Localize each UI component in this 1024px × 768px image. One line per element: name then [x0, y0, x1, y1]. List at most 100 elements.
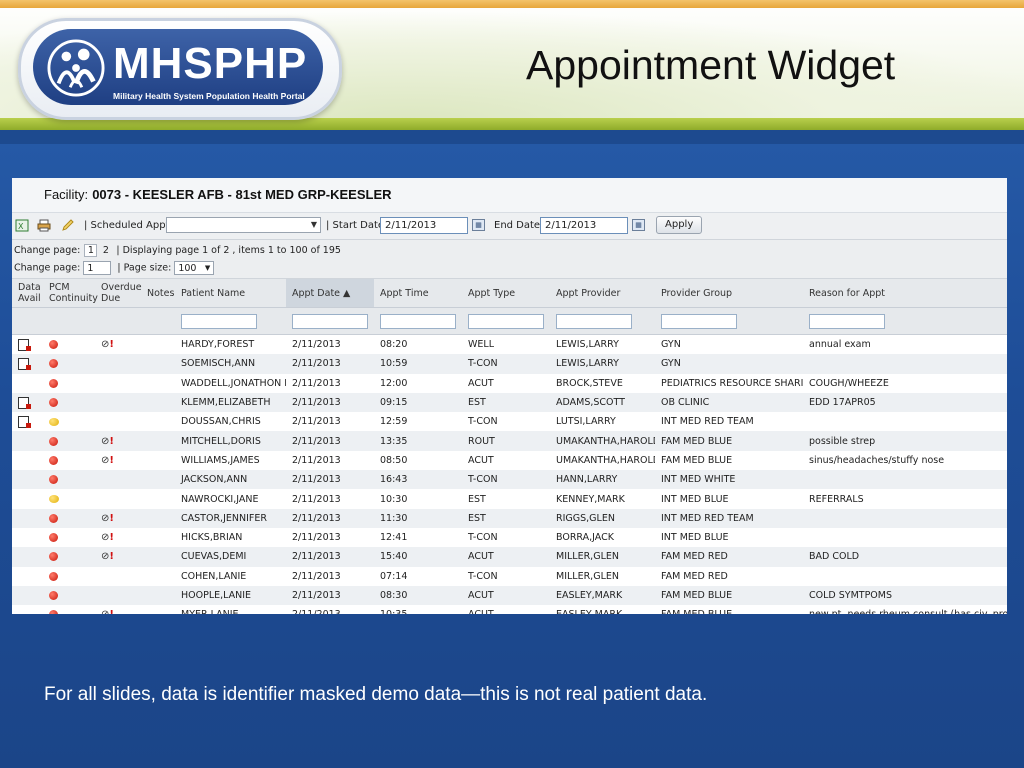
appt-date-cell: 2/11/2013 — [286, 392, 374, 413]
patient-name-cell: JACKSON,ANN — [175, 470, 286, 490]
pcm-continuity-cell — [43, 431, 95, 451]
appt-date-cell: 2/11/2013 — [286, 373, 374, 393]
filter-appt-time[interactable] — [380, 313, 456, 329]
table-row[interactable]: ⊘! HICKS,BRIAN 2/11/2013 12:41 T-CON BORRA,JA… — [12, 527, 1007, 548]
col-appt-type[interactable]: Appt Type — [462, 279, 550, 308]
appt-provider-cell: MILLER,GLEN — [550, 566, 655, 586]
overdue-alert-icon: ⊘! — [101, 454, 114, 466]
reason-cell: new pt, needs rheum consult (has civ. pr… — [803, 605, 1007, 614]
filter-appt-date[interactable] — [292, 313, 368, 329]
appt-date-cell: 2/11/2013 — [286, 489, 374, 509]
table-row[interactable]: NAWROCKI,JANE 2/11/2013 10:30 EST KENNEY,MAR… — [12, 489, 1007, 509]
red-status-icon — [49, 610, 58, 614]
notes-cell — [141, 605, 175, 614]
notes-cell — [141, 354, 175, 374]
appt-date-cell: 2/11/2013 — [286, 605, 374, 614]
filter-appt-provider[interactable] — [556, 313, 632, 329]
filter-provider-group[interactable] — [661, 313, 737, 329]
excel-export-icon[interactable]: X — [14, 218, 30, 232]
pcm-continuity-cell — [43, 450, 95, 471]
col-appt-date[interactable]: Appt Date ▲ — [286, 279, 374, 308]
col-appt-time[interactable]: Appt Time — [374, 279, 462, 308]
appt-provider-cell: EASLEY,MARK — [550, 585, 655, 606]
table-row[interactable]: HOOPLE,LANIE 2/11/2013 08:30 ACUT EASLEY,MAR… — [12, 585, 1007, 606]
filter-patient-name[interactable] — [181, 313, 257, 329]
appt-type-cell: ACUT — [462, 605, 550, 614]
col-data-avail[interactable]: Data Avail — [12, 279, 43, 308]
page-link-2[interactable]: 2 — [99, 244, 112, 257]
table-row[interactable]: DOUSSAN,CHRIS 2/11/2013 12:59 T-CON LUTSI,LA… — [12, 412, 1007, 432]
table-row[interactable]: JACKSON,ANN 2/11/2013 16:43 T-CON HANN,LARRY… — [12, 470, 1007, 490]
appt-time-cell: 12:00 — [374, 373, 462, 393]
filter-cell — [286, 307, 374, 335]
filter-cell — [95, 307, 141, 335]
overdue-cell: ⊘! — [95, 547, 141, 567]
appt-time-cell: 10:30 — [374, 489, 462, 509]
col-overdue-due[interactable]: Overdue Due — [95, 279, 142, 308]
top-stripe — [0, 0, 1024, 8]
table-row[interactable]: ⊘! WILLIAMS,JAMES 2/11/2013 08:50 ACUT UMAKAN… — [12, 450, 1007, 471]
appt-type-cell: WELL — [462, 334, 550, 355]
appointments-table: Data Avail PCM Continuity Overdue Due No… — [12, 279, 1007, 614]
col-reason[interactable]: Reason for Appt — [803, 279, 1007, 308]
filter-appt-type[interactable] — [468, 313, 544, 329]
start-date-input[interactable]: 2/11/2013 — [380, 217, 468, 234]
end-date-input[interactable]: 2/11/2013 — [540, 217, 628, 234]
print-icon[interactable] — [36, 218, 52, 232]
pcm-continuity-cell — [43, 605, 95, 614]
overdue-alert-icon: ⊘! — [101, 532, 114, 544]
pcm-continuity-cell — [43, 470, 95, 490]
pager: Change page: 12 | Displaying page 1 of 2… — [12, 240, 1007, 279]
data-available-icon[interactable] — [18, 338, 31, 351]
table-row[interactable]: COHEN,LANIE 2/11/2013 07:14 T-CON MILLER,GLE… — [12, 566, 1007, 586]
col-notes[interactable]: Notes — [141, 279, 175, 308]
overdue-cell: ⊘! — [95, 605, 141, 614]
end-calendar-icon[interactable]: ▦ — [632, 219, 645, 231]
table-row[interactable]: ⊘! CUEVAS,DEMI 2/11/2013 15:40 ACUT MILLER,GL… — [12, 547, 1007, 567]
page-number-input[interactable]: 1 — [83, 261, 112, 275]
provider-group-cell: FAM MED BLUE — [655, 450, 803, 471]
table-row[interactable]: ⊘! MYER,LANIE2/11/201310:35ACUTEASLEY,MAR… — [12, 605, 1007, 614]
notes-cell — [141, 489, 175, 509]
patient-name-cell: MYER,LANIE — [175, 605, 286, 614]
table-row[interactable]: ⊘! MITCHELL,DORIS 2/11/2013 13:35 ROUT UMAKAN… — [12, 431, 1007, 451]
pcm-continuity-cell — [43, 489, 95, 509]
appt-type-cell: T-CON — [462, 566, 550, 586]
data-avail-cell — [12, 508, 43, 528]
filter-cell — [655, 307, 803, 335]
col-patient-name[interactable]: Patient Name — [175, 279, 286, 308]
apply-button[interactable]: Apply — [656, 216, 703, 234]
patient-name-cell: WADDELL,JONATHON I — [175, 373, 286, 393]
pcm-continuity-cell — [43, 527, 95, 548]
col-provider-group[interactable]: Provider Group — [655, 279, 803, 308]
scheduled-appts-select[interactable]: ▼ — [166, 217, 321, 233]
table-row[interactable]: KLEMM,ELIZABETH 2/11/2013 09:15 EST ADAMS,SC… — [12, 392, 1007, 413]
table-row[interactable]: SOEMISCH,ANN 2/11/2013 10:59 T-CON LEWIS,LAR… — [12, 354, 1007, 374]
data-available-icon[interactable] — [18, 396, 31, 409]
page-size-select[interactable]: 100 ▼ — [174, 261, 215, 275]
filter-reason[interactable] — [809, 313, 885, 329]
patient-name-cell: DOUSSAN,CHRIS — [175, 412, 286, 432]
table-row[interactable]: WADDELL,JONATHON I 2/11/2013 12:00 ACUT BROC… — [12, 373, 1007, 393]
col-pcm-continuity[interactable]: PCM Continuity — [43, 279, 98, 308]
data-available-icon[interactable] — [18, 415, 31, 428]
data-avail-cell — [12, 547, 43, 567]
col-appt-provider[interactable]: Appt Provider — [550, 279, 655, 308]
end-date-label: End Date: — [494, 220, 544, 231]
data-avail-cell — [12, 566, 43, 586]
data-available-icon[interactable] — [18, 357, 31, 370]
filter-cell — [550, 307, 655, 335]
svg-text:X: X — [18, 222, 24, 231]
overdue-cell: ⊘! — [95, 334, 141, 355]
table-row[interactable]: ⊘! HARDY,FOREST 2/11/2013 08:20 WELL LEWIS,LA… — [12, 334, 1007, 355]
pcm-continuity-cell — [43, 412, 95, 432]
appt-provider-cell: EASLEY,MARK — [550, 605, 655, 614]
start-calendar-icon[interactable]: ▦ — [472, 219, 485, 231]
overdue-cell — [95, 470, 141, 490]
edit-icon[interactable] — [60, 218, 76, 232]
page-link-1[interactable]: 1 — [84, 244, 98, 257]
table-row[interactable]: ⊘! CASTOR,JENNIFER 2/11/2013 11:30 EST RIGGS,… — [12, 508, 1007, 528]
pcm-continuity-cell — [43, 334, 95, 355]
overdue-cell — [95, 354, 141, 374]
provider-group-cell: OB CLINIC — [655, 392, 803, 413]
